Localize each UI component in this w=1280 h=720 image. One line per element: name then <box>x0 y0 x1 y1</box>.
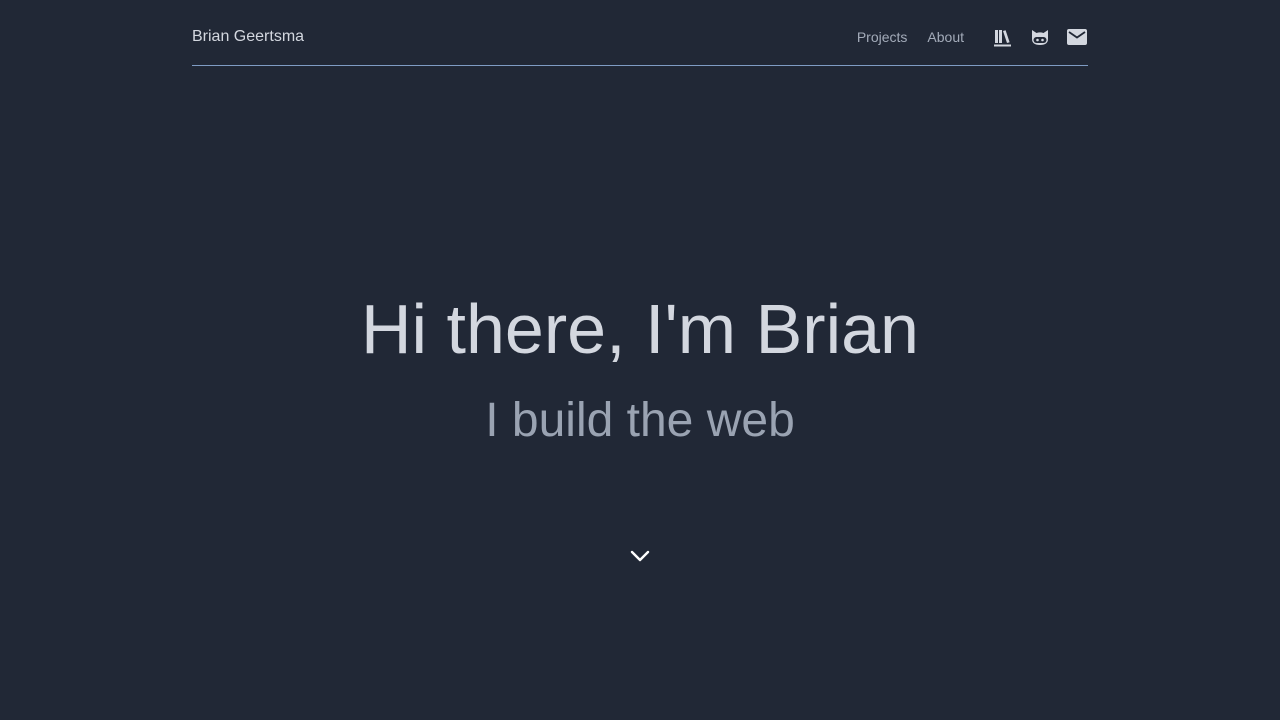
nav-link-about[interactable]: About <box>927 28 964 46</box>
brand-link[interactable]: Brian Geertsma <box>192 27 304 47</box>
hero-title: Hi there, I'm Brian <box>361 290 919 368</box>
nav-link-projects[interactable]: Projects <box>857 28 908 46</box>
nav-icons <box>992 26 1088 48</box>
top-nav: Brian Geertsma Projects About <box>192 0 1088 66</box>
library-icon[interactable] <box>992 26 1014 48</box>
hero-subtitle: I build the web <box>485 394 795 447</box>
chevron-down-icon[interactable] <box>628 544 652 568</box>
page: Brian Geertsma Projects About Hi there, … <box>0 0 1280 720</box>
mail-icon[interactable] <box>1066 26 1088 48</box>
nav-links: Projects About <box>857 28 964 46</box>
github-icon[interactable] <box>1029 26 1051 48</box>
